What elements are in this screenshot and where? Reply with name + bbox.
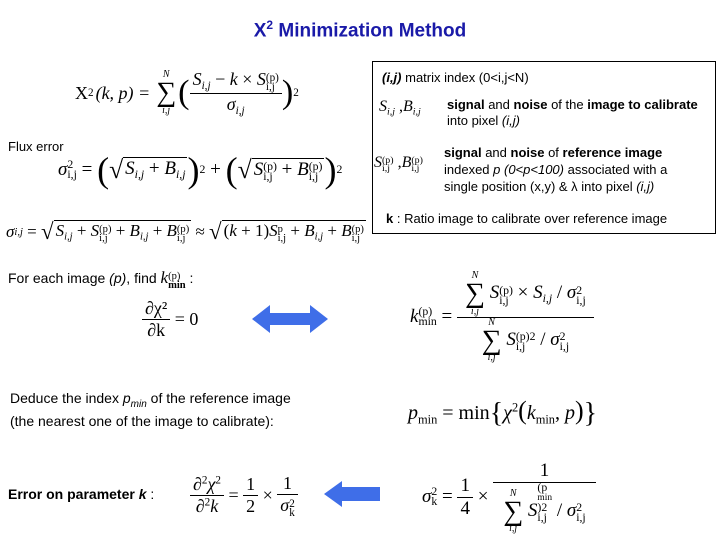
- find-text: , find: [126, 270, 161, 286]
- deduce-text: Deduce the index: [10, 390, 123, 406]
- and-word-ref: and: [481, 145, 511, 160]
- chi2-args: (k, p) =: [95, 82, 151, 103]
- chi2-numerator: Si,j − k × S (p) i,j: [192, 69, 279, 94]
- kmin-formula: k (p) min = N ∑ i,j S (p) i,j × Si,j / σ 2 i,j N…: [410, 258, 594, 376]
- symbol-sp-bp: S (p) i,j ,B (p) i,j: [374, 154, 423, 175]
- of-reference-text: of the reference image: [146, 390, 291, 406]
- error-text: Error on parameter: [8, 486, 139, 502]
- left-arrow-icon: [324, 481, 380, 507]
- associated-text: associated with a: [564, 162, 668, 177]
- chi2-exponent: 2: [293, 87, 299, 99]
- kmin-instruction: For each image (p), find k (p) min :: [8, 268, 193, 291]
- error-colon: :: [146, 486, 155, 502]
- nearest-text: (the nearest one of the image to calibra…: [10, 412, 274, 429]
- for-each-text: For each image: [8, 270, 110, 286]
- legend-line-index: (i,j) matrix index (0<i,j<N): [382, 70, 529, 85]
- pixel-ij: (i,j): [501, 113, 520, 128]
- symbol-s-b: Si,j ,Bi,j: [379, 98, 421, 118]
- pmin-instruction: Deduce the index pmin of the reference i…: [10, 390, 291, 430]
- slide-title: X2 Minimization Method: [0, 18, 720, 42]
- second-derivative-formula: ∂2χ2 ∂2k = 12 × 1σ2k: [190, 473, 298, 519]
- pmin-formula: pmin = min{χ2(kmin, p)}: [408, 396, 598, 429]
- legend-line-k: k : Ratio image to calibrate over refere…: [386, 211, 667, 226]
- noise-word: noise: [513, 97, 548, 112]
- first-derivative-formula: ∂χ² ∂k = 0: [142, 298, 198, 341]
- deriv-denominator: ∂k: [142, 319, 171, 341]
- noise-word-ref: noise: [510, 145, 545, 160]
- sum-symbol: N ∑ i,j: [156, 70, 176, 115]
- of-the-word: of the: [547, 97, 588, 112]
- sigma-glyph: ∑: [156, 77, 177, 109]
- p-range: p (0<p<100): [493, 162, 564, 177]
- colon: :: [185, 270, 194, 286]
- signal-word: signal: [447, 97, 485, 112]
- chi2-denominator: σi,j: [189, 92, 282, 117]
- k-italic: k: [138, 486, 147, 502]
- deriv-rhs: = 0: [174, 309, 199, 329]
- left-paren: (: [178, 74, 190, 111]
- of-word-ref: of: [544, 145, 563, 160]
- reference-image: reference image: [562, 145, 663, 160]
- signal-word-ref: signal: [444, 145, 482, 160]
- sigma-formula: σ i,j = √ Si,j + S (p) i,j + Bi,j + B (p) i,j …: [6, 219, 366, 244]
- image-to-calibrate: image to calibrate: [587, 97, 698, 112]
- title-chi: X: [253, 20, 267, 42]
- definitions-box: (i,j) matrix index (0<i,j<N) Si,j ,Bi,j …: [372, 61, 716, 234]
- chi2-formula: X2 (k, p) = N ∑ i,j ( Si,j − k × S (p) i,j…: [75, 58, 299, 128]
- double-arrow-icon: [252, 305, 328, 333]
- chi2-lhs: X: [75, 82, 88, 103]
- into-pixel: into pixel: [447, 113, 502, 128]
- sigma-k-formula: σ2k = 14 × 1 N ∑ i,j S (p min)2 i,j / σ 2 i,j: [422, 455, 596, 539]
- error-label: Error on parameter k :: [8, 486, 154, 502]
- deriv-numerator: ∂χ²: [145, 298, 168, 318]
- p-symbol: p: [122, 390, 131, 406]
- right-paren: ): [281, 74, 294, 111]
- pixel-ij-ref: (i,j): [636, 179, 655, 194]
- index-label: (i,j): [382, 70, 402, 85]
- p-italic: (p): [109, 270, 127, 286]
- min-sub: min: [130, 398, 147, 410]
- position-text: single position (x,y) & λ into pixel: [444, 179, 637, 194]
- sigma-squared-formula: σ 2 i,j = (√ Si,j + Bi,j) 2 + (√ S (p) i,j + B(…: [58, 150, 343, 190]
- chi2-lhs-sup: 2: [88, 87, 94, 99]
- indexed-word: indexed: [444, 162, 494, 177]
- legend-line-reference: signal and noise of reference image inde…: [444, 144, 667, 195]
- chi2-fraction: Si,j − k × S (p) i,j σi,j: [189, 69, 282, 117]
- legend-line-calibrate: signal and noise of the image to calibra…: [447, 97, 698, 129]
- and-word: and: [484, 97, 514, 112]
- title-rest: Minimization Method: [273, 20, 467, 42]
- flux-error-label: Flux error: [8, 139, 64, 154]
- index-desc: matrix index (0<i,j<N): [401, 70, 529, 85]
- kmin-symbol: k (p) min: [160, 268, 186, 291]
- k-desc: : Ratio image to calibrate over referenc…: [393, 211, 668, 226]
